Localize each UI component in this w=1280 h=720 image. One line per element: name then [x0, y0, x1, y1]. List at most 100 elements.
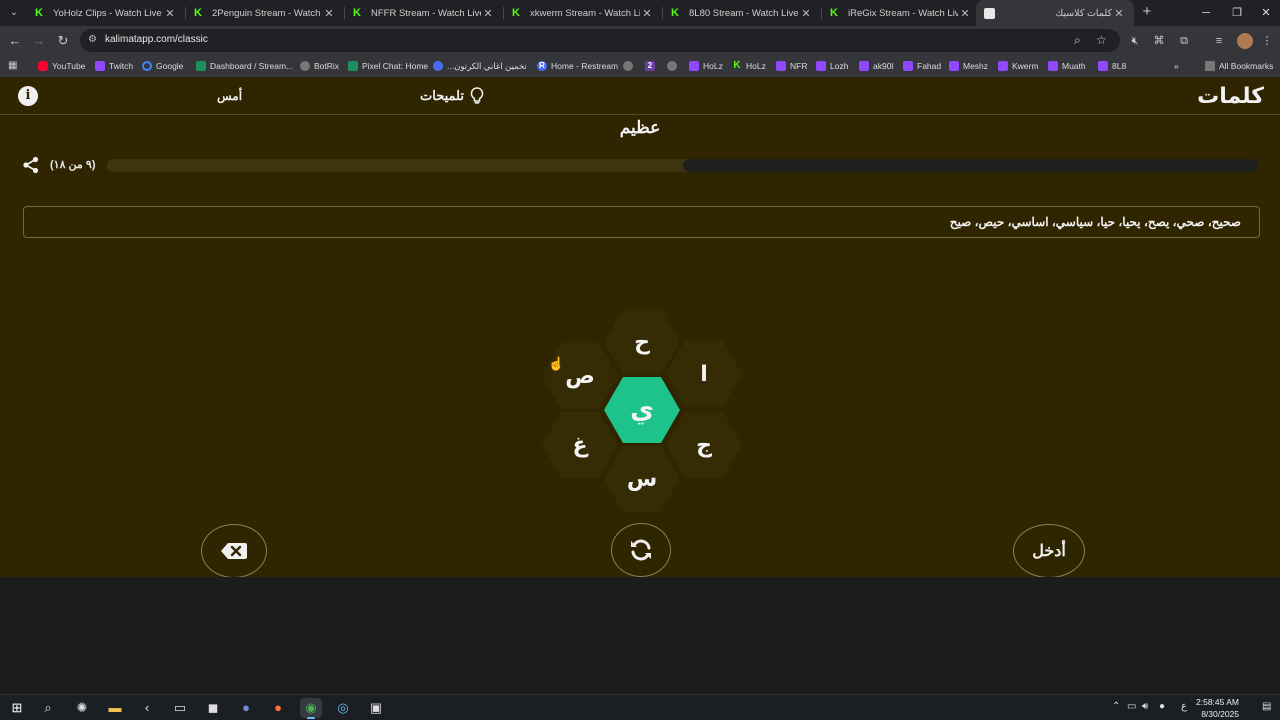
tab-title: NFFR Stream - Watch Live on K — [371, 7, 481, 19]
twitch-icon — [859, 61, 869, 71]
info-icon[interactable]: i — [18, 86, 38, 106]
tab[interactable]: K iReGix Stream - Watch Live on ✕ — [822, 0, 980, 26]
maximize-button[interactable]: ❐ — [1221, 0, 1253, 26]
kick-icon: K — [830, 6, 838, 19]
bookmark-botrix[interactable]: BotRix — [300, 58, 339, 74]
bookmark-nfr[interactable]: NFR — [776, 58, 807, 74]
new-tab-button[interactable]: + — [1138, 3, 1156, 21]
zoom-icon[interactable]: ⌕ — [1074, 33, 1081, 48]
bookmark-app[interactable] — [667, 58, 681, 74]
close-icon[interactable]: ✕ — [640, 7, 654, 20]
bookmark-app[interactable] — [623, 58, 637, 74]
minimize-button[interactable]: ─ — [1190, 0, 1222, 26]
tab[interactable]: K YoHolz Clips - Watch Live on Ki ✕ — [27, 0, 185, 26]
extensions-puzzle-icon[interactable]: ⧉ — [1176, 33, 1192, 49]
terminal-icon[interactable]: ▭ — [169, 698, 191, 718]
bookmark-star-icon[interactable]: ☆ — [1096, 33, 1107, 47]
bookmark-8l8[interactable]: 8L8 — [1098, 58, 1126, 74]
site-info-icon[interactable]: ⚙ — [88, 34, 100, 46]
bookmark-lozh[interactable]: Lozh — [816, 58, 848, 74]
app-logo[interactable]: كلمات — [1197, 84, 1264, 109]
notifications-icon[interactable]: ▤ — [1262, 701, 1271, 712]
close-icon[interactable]: ✕ — [322, 7, 336, 20]
letter-tile-bottom[interactable]: س — [604, 446, 680, 512]
window-close-button[interactable]: ✕ — [1250, 0, 1280, 26]
hints-button[interactable]: تلميحات — [420, 87, 484, 105]
close-icon[interactable]: ✕ — [481, 7, 495, 20]
yesterday-button[interactable]: أمس — [217, 89, 242, 103]
close-icon[interactable]: ✕ — [1112, 7, 1126, 20]
bookmark-cartoon-songs[interactable]: تخمين اغاني الكرتون... — [433, 58, 527, 74]
bookmark-ak90l[interactable]: ak90l — [859, 58, 893, 74]
bookmark-muath[interactable]: Muath — [1048, 58, 1086, 74]
app-icon — [623, 61, 633, 71]
windows-taskbar: ⊞ ⌕ ✺ ▬ ‹ ▭ ◼ ● ● ◉ ◎ ▣ ⌃ ▭ 🔊︎ ● ع 2:58:… — [0, 694, 1280, 720]
volume-icon[interactable]: 🔊︎ — [1142, 701, 1148, 712]
widgets-icon[interactable]: ✺ — [71, 698, 93, 718]
input-language[interactable]: ع — [1181, 701, 1187, 712]
all-bookmarks[interactable]: All Bookmarks — [1205, 58, 1273, 74]
bookmark-app[interactable]: 2 — [645, 58, 659, 74]
apps-grid-icon[interactable]: ▦ — [8, 60, 20, 72]
bookmark-meshz[interactable]: Meshz — [949, 58, 988, 74]
letter-tile-upper-left[interactable]: ص — [542, 343, 618, 409]
discord-icon[interactable]: ● — [235, 698, 257, 718]
kick-icon: K — [733, 60, 741, 71]
shuffle-button[interactable] — [611, 523, 671, 577]
close-icon[interactable]: ✕ — [958, 7, 972, 20]
close-icon[interactable]: ✕ — [799, 7, 813, 20]
mute-tab-icon[interactable]: 🔇︎ — [1127, 33, 1143, 49]
bookmark-kwerm[interactable]: Kwerm — [998, 58, 1038, 74]
microphone-icon[interactable]: ● — [1159, 701, 1165, 712]
bookmark-twitch[interactable]: Twitch — [95, 58, 133, 74]
back-button[interactable]: ← — [5, 31, 25, 51]
tab[interactable]: K 2Penguin Stream - Watch Live o ✕ — [186, 0, 344, 26]
delete-button[interactable] — [201, 524, 267, 578]
tab-search-chevron-icon[interactable]: ⌄ — [5, 4, 23, 22]
share-icon[interactable] — [22, 156, 40, 174]
bookmark-restream[interactable]: R Home - Restream — [537, 58, 618, 74]
reload-button[interactable]: ↻ — [53, 31, 73, 51]
youtube-icon — [38, 61, 48, 71]
firefox-icon[interactable]: ● — [267, 698, 289, 718]
network-icon[interactable]: ▭ — [1127, 701, 1136, 712]
browser-menu-icon[interactable]: ⋮ — [1259, 33, 1275, 49]
bookmarks-overflow-icon[interactable]: » — [1174, 58, 1179, 74]
bookmark-holz-twitch[interactable]: HoLz — [689, 58, 723, 74]
hand-cursor-icon: ☝ — [548, 356, 565, 371]
system-clock[interactable]: 2:58:45 AM 8/30/2025 — [1196, 696, 1239, 720]
url-text[interactable]: kalimatapp.com/classic — [105, 34, 208, 45]
tray-overflow-icon[interactable]: ⌃ — [1112, 701, 1120, 712]
letter-tile-center[interactable]: ي — [604, 377, 680, 443]
media-control-icon[interactable]: ≡ — [1211, 33, 1227, 49]
bookmark-holz-kick[interactable]: K HoLz — [732, 58, 765, 74]
epic-games-icon[interactable]: ◼ — [202, 698, 224, 718]
file-explorer-icon[interactable]: ▬ — [104, 698, 126, 718]
bookmark-youtube[interactable]: YouTube — [38, 58, 85, 74]
bookmark-pixelchat[interactable]: Pixel Chat: Home — [348, 58, 428, 74]
letter-tile-upper-right[interactable]: ا — [666, 341, 742, 407]
bookmark-google[interactable]: Google — [142, 58, 183, 74]
extension-icon[interactable]: ⌘ — [1151, 33, 1167, 49]
tab-active[interactable]: كلمات كلاسيك ✕ — [976, 0, 1134, 26]
enter-button[interactable]: أدخل — [1013, 524, 1085, 578]
profile-avatar[interactable] — [1237, 33, 1253, 49]
search-icon[interactable]: ⌕ — [37, 698, 59, 718]
tab[interactable]: K NFFR Stream - Watch Live on K ✕ — [345, 0, 503, 26]
letter-tile-lower-left[interactable]: غ — [542, 412, 618, 478]
app-icon[interactable]: ‹ — [136, 698, 158, 718]
letter-tile-top[interactable]: ح — [604, 309, 680, 375]
chrome-icon[interactable]: ◉ — [300, 698, 322, 719]
bookmark-dashboard[interactable]: Dashboard / Stream... — [196, 58, 293, 74]
letter-tile-lower-right[interactable]: ج — [666, 412, 742, 478]
windows-start-icon[interactable]: ⊞ — [6, 698, 28, 718]
address-bar[interactable]: ⚙ kalimatapp.com/classic ⌕ ☆ — [80, 29, 1120, 52]
forward-button[interactable]: → — [29, 31, 49, 51]
tab[interactable]: K xkwerm Stream - Watch Live on ✕ — [504, 0, 662, 26]
close-icon[interactable]: ✕ — [163, 7, 177, 20]
bookmark-fahad[interactable]: Fahad — [903, 58, 941, 74]
app-icon[interactable]: ▣ — [365, 698, 387, 718]
tab[interactable]: K 8L80 Stream - Watch Live on K ✕ — [663, 0, 821, 26]
steam-icon[interactable]: ◎ — [332, 698, 354, 718]
found-words-box[interactable]: صحيح، صحي، يصح، يحيا، حيا، سياسي، اساسي،… — [23, 206, 1260, 238]
